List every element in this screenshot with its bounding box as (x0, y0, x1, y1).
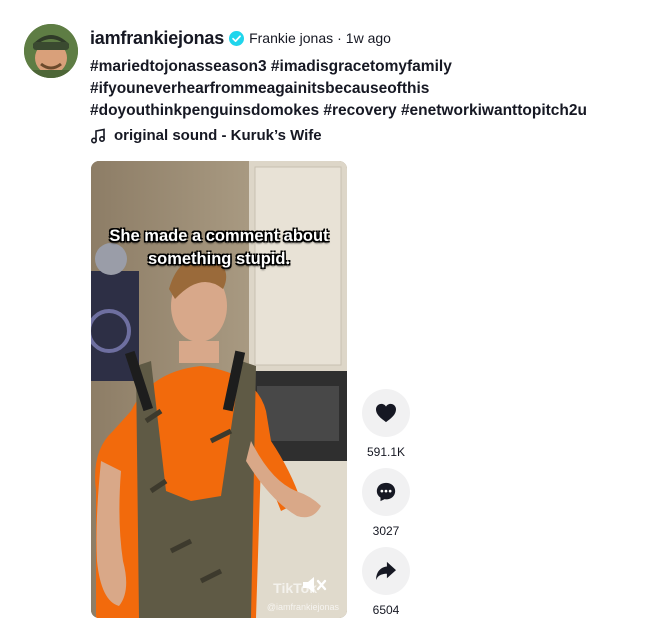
heart-icon (376, 403, 396, 423)
hashtag-line[interactable]: #mariedtojonasseason3 #imadisgracetomyfa… (90, 56, 627, 78)
username-link[interactable]: iamfrankiejonas (90, 28, 224, 49)
share-count: 6504 (372, 603, 400, 617)
like-count: 591.1K (366, 445, 406, 459)
like-button[interactable] (362, 389, 410, 437)
avatar-image (24, 24, 78, 78)
like-action: 591.1K (362, 389, 412, 459)
handle-watermark: @iamfrankiejonas (266, 602, 339, 612)
caption: #mariedtojonasseason3 #imadisgracetomyfa… (90, 56, 627, 122)
comment-count: 3027 (372, 524, 400, 538)
share-button[interactable] (362, 547, 410, 595)
overlay-line: She made a comment about (109, 227, 329, 245)
music-note-icon (90, 128, 106, 144)
hashtag-line[interactable]: #ifyouneverhearfrommeagainitsbecauseofth… (90, 78, 627, 100)
post-header: iamfrankiejonas Frankie jonas · 1w ago #… (90, 26, 627, 145)
separator: · (337, 30, 342, 46)
comment-icon (376, 482, 396, 502)
comment-action: 3027 (362, 468, 412, 538)
mute-icon[interactable] (301, 574, 327, 596)
caption-overlay: She made a comment about something stupi… (91, 225, 347, 271)
avatar[interactable] (24, 24, 78, 78)
share-action: 6504 (362, 547, 412, 617)
video-player[interactable]: She made a comment about something stupi… (91, 161, 347, 618)
overlay-line: something stupid. (147, 250, 291, 268)
post-time: 1w ago (345, 30, 391, 46)
sound-title: original sound - Kuruk’s Wife (114, 127, 322, 144)
share-arrow-icon (376, 561, 396, 581)
verified-badge-icon (229, 30, 245, 46)
sound-link[interactable]: original sound - Kuruk’s Wife (90, 127, 627, 144)
hashtag-line[interactable]: #doyouthinkpenguinsdomokes #recovery #en… (90, 100, 627, 122)
nickname: Frankie jonas (249, 30, 334, 46)
comment-button[interactable] (362, 468, 410, 516)
